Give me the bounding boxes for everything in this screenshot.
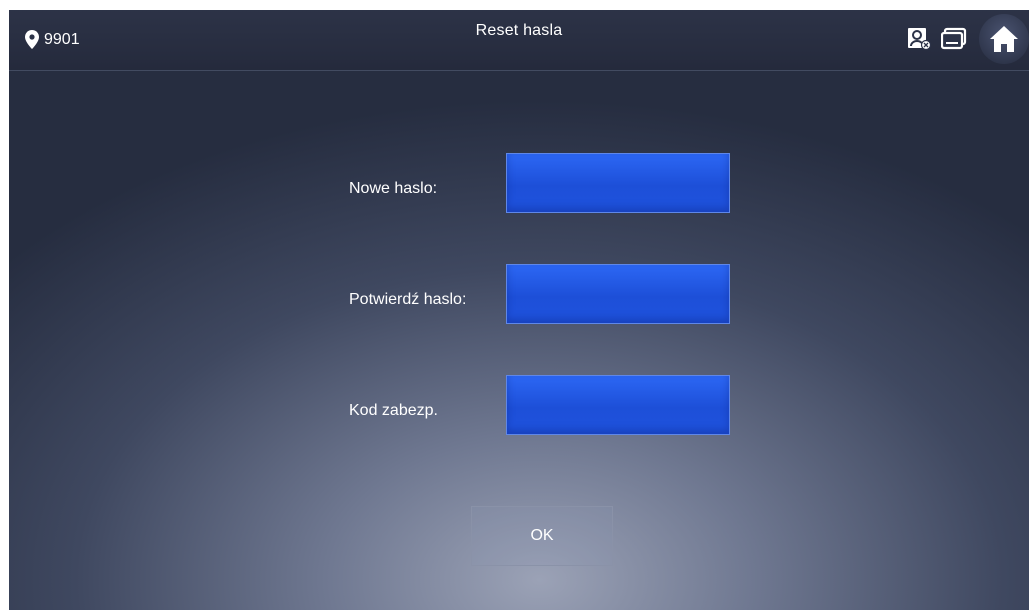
- contact-card-icon[interactable]: [907, 27, 932, 56]
- top-bar: 9901 Reset hasla: [9, 10, 1029, 71]
- security-code-field[interactable]: [506, 375, 730, 435]
- reset-password-screen: 9901 Reset hasla Nowe haslo: Potwierdź h…: [9, 10, 1029, 610]
- security-code-label: Kod zabezp.: [349, 402, 438, 419]
- confirm-password-label: Potwierdź haslo:: [349, 291, 467, 308]
- new-password-field[interactable]: [506, 153, 730, 213]
- device-monitor-icon[interactable]: [940, 27, 967, 56]
- home-button[interactable]: [979, 14, 1029, 64]
- page-title: Reset hasla: [475, 22, 563, 39]
- ok-button[interactable]: OK: [471, 506, 613, 566]
- home-icon: [990, 26, 1018, 52]
- ok-button-label: OK: [530, 527, 554, 544]
- new-password-label: Nowe haslo:: [349, 180, 438, 197]
- confirm-password-field[interactable]: [506, 264, 730, 324]
